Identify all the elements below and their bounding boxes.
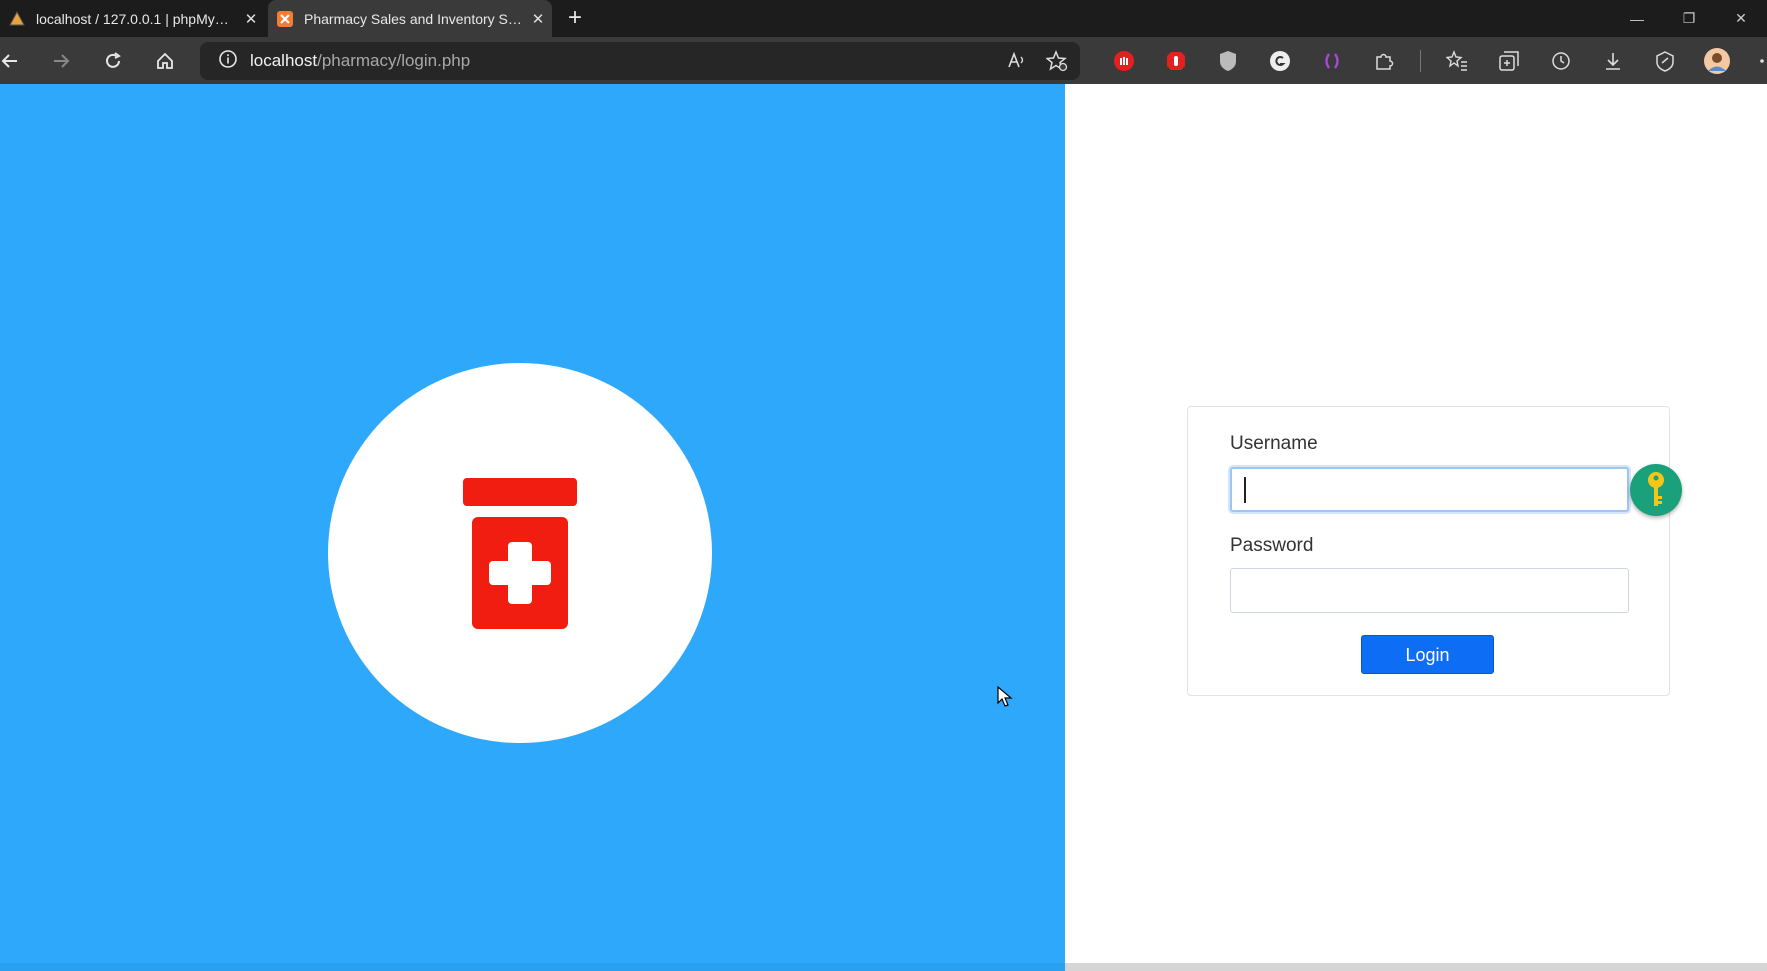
code-brackets-icon[interactable] [1316,45,1348,77]
username-input[interactable] [1230,467,1629,512]
collections-icon[interactable] [1493,45,1525,77]
close-window-icon[interactable]: ✕ [1715,0,1767,37]
close-icon[interactable]: ✕ [237,10,265,28]
xampp-icon [276,10,294,28]
horizontal-scrollbar-left [0,963,1065,971]
medicine-bottle-icon [463,478,577,629]
brand-panel [0,84,1065,971]
page-content: Username Password [0,84,1767,971]
username-label: Username [1230,433,1318,454]
address-bar[interactable]: localhost/pharmacy/login.php [200,42,1080,80]
password-label: Password [1230,535,1314,556]
tab-phpmyadmin[interactable]: localhost / 127.0.0.1 | phpMyAdmin ✕ [0,0,265,37]
stop-hand-icon[interactable] [1160,45,1192,77]
minimize-icon[interactable]: — [1611,0,1663,37]
site-info-icon[interactable] [218,49,238,74]
reload-icon[interactable] [97,45,129,77]
tab-title: Pharmacy Sales and Inventory System [304,10,524,27]
favorites-icon[interactable] [1441,45,1473,77]
add-favorite-icon[interactable] [1042,46,1072,76]
adblock-icon[interactable] [1108,45,1140,77]
close-icon[interactable]: ✕ [524,10,552,28]
password-manager-key-icon[interactable] [1630,464,1682,516]
pharmacy-logo [328,363,712,743]
url-host: localhost [250,51,318,70]
downloads-icon[interactable] [1597,45,1629,77]
password-input[interactable] [1230,568,1629,613]
grammar-extension-icon[interactable] [1264,45,1296,77]
browser-essentials-icon[interactable] [1649,45,1681,77]
profile-avatar[interactable] [1701,45,1733,77]
browser-tab-bar: localhost / 127.0.0.1 | phpMyAdmin ✕ Pha… [0,0,1767,37]
extensions-bar [1108,45,1767,77]
history-icon[interactable] [1545,45,1577,77]
login-panel: Username Password [1065,84,1767,971]
tab-title: localhost / 127.0.0.1 | phpMyAdmin [36,10,237,27]
restore-icon[interactable]: ❐ [1663,0,1715,37]
back-icon[interactable] [0,45,26,77]
tab-pharmacy[interactable]: Pharmacy Sales and Inventory System ✕ [268,0,552,37]
shield-icon[interactable] [1212,45,1244,77]
phpmyadmin-icon [8,10,26,28]
more-options-icon[interactable] [1753,45,1767,77]
extensions-puzzle-icon[interactable] [1368,45,1400,77]
mouse-pointer-icon [997,685,1013,713]
home-icon[interactable] [149,45,181,77]
toolbar-divider [1420,50,1421,72]
browser-toolbar: localhost/pharmacy/login.php [0,37,1767,84]
text-caret [1244,477,1246,503]
read-aloud-icon[interactable] [1002,46,1032,76]
horizontal-scrollbar[interactable] [1065,963,1767,971]
forward-icon[interactable] [45,45,77,77]
new-tab-button[interactable]: + [560,4,590,34]
url-path: /pharmacy/login.php [317,51,471,70]
window-controls: — ❐ ✕ [1611,0,1767,37]
login-button[interactable]: Login [1361,635,1494,674]
